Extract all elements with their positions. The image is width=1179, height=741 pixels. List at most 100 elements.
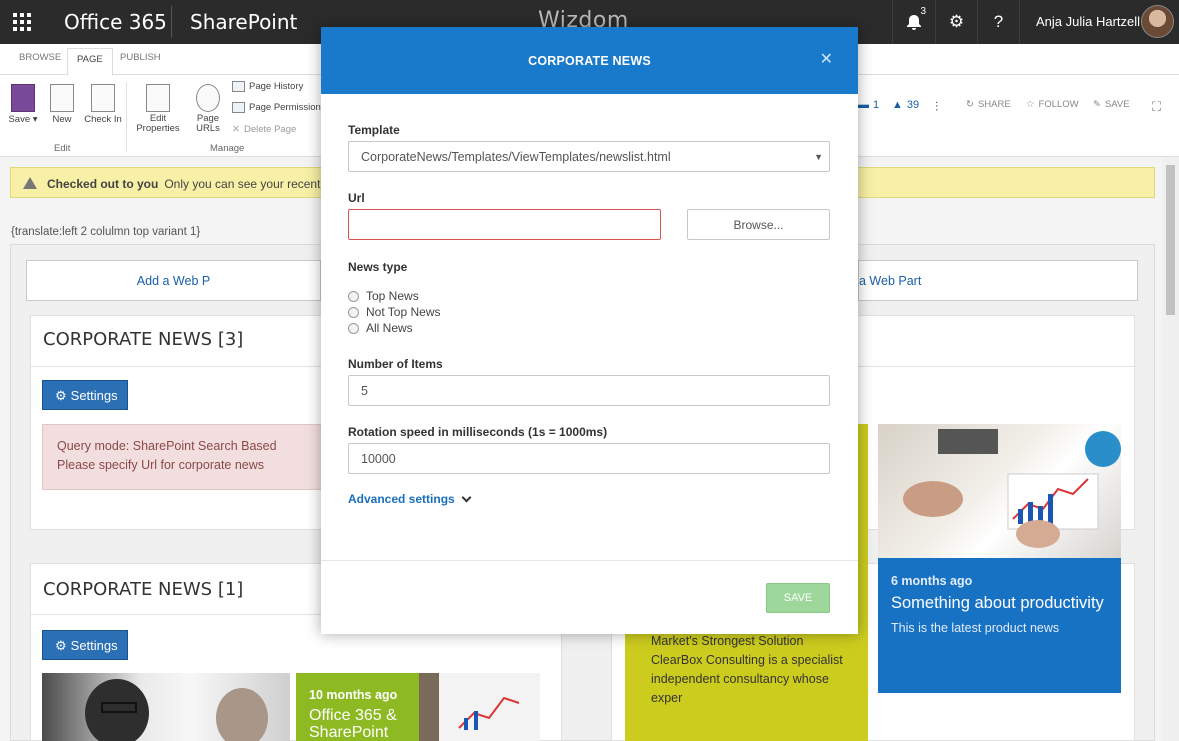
radio-all-news[interactable]: All News — [348, 321, 413, 335]
dialog-header: CORPORATE NEWS ✕ — [321, 27, 858, 94]
page-permissions-button[interactable]: Page Permissions — [232, 102, 326, 113]
radio-not-top-news[interactable]: Not Top News — [348, 305, 440, 319]
globe-icon — [196, 84, 220, 112]
settings-gear-icon[interactable]: ⚙ — [935, 0, 977, 44]
news-headline: Something about productivity — [891, 594, 1104, 612]
url-input[interactable] — [348, 209, 661, 240]
page-permissions-label: Page Permissions — [249, 102, 326, 113]
avatar[interactable] — [1141, 5, 1174, 38]
notice-line-1: Query mode: SharePoint Search Based — [57, 439, 277, 453]
edit-properties-icon — [146, 84, 170, 112]
gear-icon: ⚙ — [55, 388, 67, 403]
settings-button-2[interactable]: ⚙ Settings — [42, 630, 128, 660]
new-page-label: New — [52, 114, 72, 125]
follow-button[interactable]: ☆ FOLLOW — [1026, 99, 1079, 110]
translate-placeholder: {translate:left 2 colulmn top variant 1} — [11, 226, 201, 238]
likes-count[interactable]: ▲ 39 — [892, 99, 919, 111]
advanced-settings-toggle[interactable]: Advanced settings — [348, 492, 472, 506]
check-in-label: Check In — [84, 114, 122, 125]
focus-mode-icon[interactable]: ⛶ — [1152, 99, 1161, 115]
comments-count-value: 1 — [873, 99, 880, 111]
caret-down-icon: ▼ — [814, 152, 823, 162]
divider — [321, 560, 858, 561]
number-of-items-label: Number of Items — [348, 357, 443, 371]
new-page-icon — [50, 84, 74, 112]
news-tile-green-text: Market's Strongest Solution ClearBox Con… — [651, 634, 843, 705]
notification-count: 3 — [920, 6, 926, 17]
warning-icon — [23, 177, 37, 189]
chart-news-image[interactable] — [419, 673, 540, 741]
url-label: Url — [348, 191, 365, 205]
save-button[interactable]: SAVE — [766, 583, 830, 613]
rotation-speed-value: 10000 — [361, 452, 396, 466]
page-urls-label: Page URLs — [196, 113, 220, 134]
comment-icon: ▬ — [858, 99, 869, 111]
corporate-news-settings-dialog: CORPORATE NEWS ✕ Template CorporateNews/… — [321, 27, 858, 634]
divider — [1019, 0, 1020, 44]
scrollbar-thumb[interactable] — [1166, 165, 1175, 315]
number-of-items-value: 5 — [361, 384, 368, 398]
share-button[interactable]: ↻ SHARE — [966, 99, 1011, 110]
settings-button-1[interactable]: ⚙ Settings — [42, 380, 128, 410]
save-ribbon-button[interactable]: Save ▾ — [6, 84, 40, 125]
rotation-speed-input[interactable]: 10000 — [348, 443, 830, 474]
permissions-icon — [232, 102, 245, 113]
comments-count[interactable]: ▬ 1 — [858, 99, 879, 111]
likes-count-value: 39 — [906, 99, 920, 111]
office365-title[interactable]: Office 365 — [64, 10, 167, 34]
user-name[interactable]: Anja Julia Hartzell — [1036, 14, 1140, 29]
tab-browse[interactable]: BROWSE — [19, 52, 61, 63]
add-web-part-right[interactable]: a Web Part — [858, 260, 1138, 301]
news-tile-office365[interactable]: 10 months ago Office 365 & SharePoint — [296, 673, 419, 741]
group-label-manage: Manage — [210, 143, 245, 154]
star-icon: ☆ — [1026, 99, 1035, 110]
news-tile-blue[interactable]: 6 months ago Something about productivit… — [878, 558, 1121, 693]
app-launcher-icon[interactable] — [0, 0, 44, 44]
edit-properties-label: Edit Properties — [136, 113, 180, 134]
browse-button[interactable]: Browse... — [687, 209, 830, 240]
delete-page-button[interactable]: ✕ Delete Page — [232, 124, 296, 135]
check-in-button[interactable]: Check In — [84, 84, 122, 125]
save-ribbon-label: Save — [8, 114, 31, 125]
radio-circle — [348, 290, 359, 302]
sharepoint-title[interactable]: SharePoint — [190, 10, 297, 34]
page-urls-button[interactable]: Page URLs — [193, 84, 223, 134]
bell-icon: ▲ — [892, 99, 903, 111]
notifications-bell-icon[interactable]: 3 — [892, 0, 934, 44]
page-history-label: Page History — [249, 81, 304, 92]
edit-properties-button[interactable]: Edit Properties — [134, 84, 182, 134]
page-history-button[interactable]: Page History — [232, 81, 303, 92]
delete-page-label: Delete Page — [243, 124, 297, 135]
page-scrollbar[interactable] — [1162, 157, 1179, 741]
history-icon — [232, 81, 245, 92]
filter-icon[interactable]: ⫶ — [935, 99, 938, 115]
people-news-image[interactable] — [42, 673, 290, 741]
news-description: This is the latest product news — [891, 621, 1060, 635]
close-icon[interactable]: ✕ — [820, 49, 833, 69]
save-page-button[interactable]: ✎ SAVE — [1093, 99, 1130, 110]
radio-top-news[interactable]: Top News — [348, 289, 419, 303]
dialog-title: CORPORATE NEWS — [528, 54, 651, 68]
template-value: CorporateNews/Templates/ViewTemplates/ne… — [361, 150, 671, 164]
gear-icon: ⚙ — [55, 638, 67, 653]
settings-label-1: Settings — [70, 388, 118, 403]
tab-page[interactable]: PAGE — [67, 48, 113, 76]
save-page-label: SAVE — [1104, 99, 1130, 110]
number-of-items-input[interactable]: 5 — [348, 375, 830, 406]
rotation-speed-label: Rotation speed in milliseconds (1s = 100… — [348, 425, 608, 439]
edit-icon: ✎ — [1093, 99, 1101, 110]
query-mode-notice: Query mode: SharePoint Search Based Plea… — [42, 424, 332, 490]
radio-circle — [348, 322, 359, 334]
template-select[interactable]: CorporateNews/Templates/ViewTemplates/ne… — [348, 141, 830, 172]
news-date: 6 months ago — [891, 574, 973, 588]
chevron-down-icon — [461, 492, 472, 502]
add-web-part-left[interactable]: Add a Web P — [26, 260, 321, 301]
share-icon: ↻ — [966, 99, 974, 110]
radio-top-news-label: Top News — [366, 289, 419, 303]
productivity-news-image[interactable] — [878, 424, 1121, 559]
help-icon[interactable]: ? — [977, 0, 1019, 44]
radio-circle — [348, 306, 359, 318]
tab-publish[interactable]: PUBLISH — [120, 52, 161, 63]
new-page-button[interactable]: New — [45, 84, 79, 125]
group-label-edit: Edit — [54, 143, 71, 154]
